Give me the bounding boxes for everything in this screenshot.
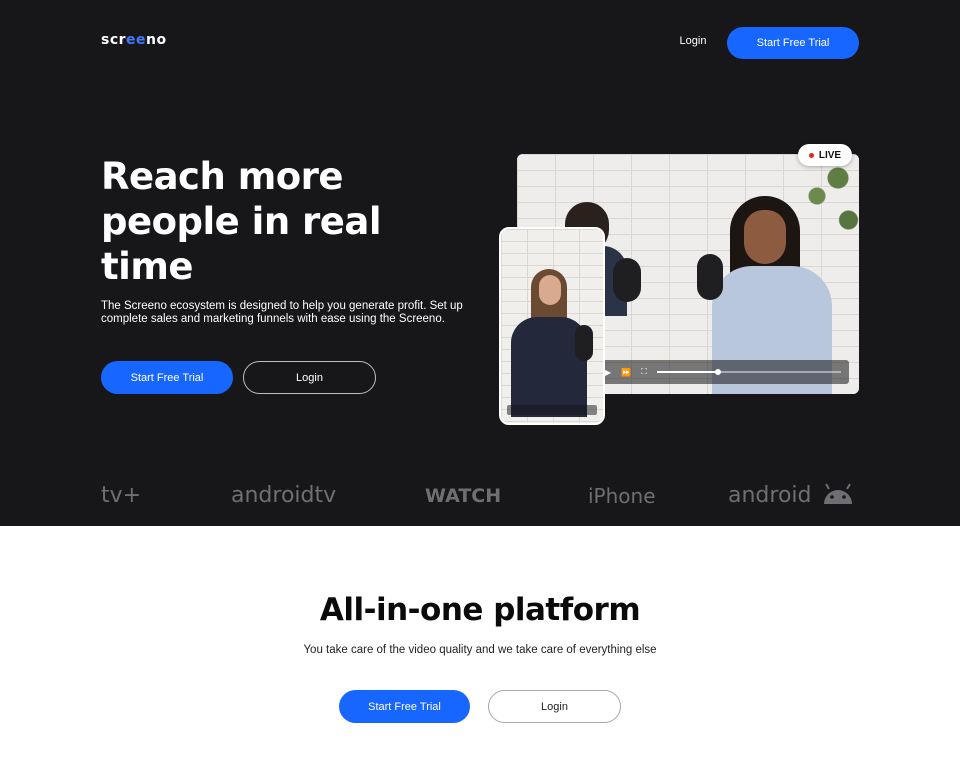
nav-start-trial-button[interactable]: Start Free Trial	[727, 27, 859, 59]
apple-tv-logo: tv+	[101, 478, 141, 515]
section-start-trial-button[interactable]: Start Free Trial	[339, 690, 470, 723]
hero-description: The Screeno ecosystem is designed to hel…	[101, 300, 463, 325]
mobile-video-preview[interactable]	[499, 227, 605, 425]
screeno-logo[interactable]: screeno	[101, 32, 167, 48]
android-tv-label: androidtv	[231, 483, 337, 508]
apple-watch-logo: WATCH	[425, 478, 501, 515]
section-subtitle: You take care of the video quality and w…	[303, 644, 657, 656]
logo-text-start: scr	[101, 32, 127, 48]
video-progress-bar[interactable]	[656, 369, 841, 375]
phone-video-controls[interactable]	[507, 405, 597, 415]
live-badge: LIVE	[798, 144, 852, 166]
hero-title: Reach more people in real time	[101, 155, 382, 288]
android-label: android	[728, 483, 812, 508]
microphone-left	[613, 258, 641, 302]
video-progress-knob[interactable]	[714, 369, 721, 375]
microphone-right	[697, 254, 723, 300]
play-icon[interactable]: ▶	[605, 368, 611, 377]
iphone-label: iPhone	[588, 484, 656, 508]
iphone-logo: iPhone	[588, 478, 656, 514]
hero-start-trial-button[interactable]: Start Free Trial	[101, 361, 233, 394]
section-title: All-in-one platform	[319, 592, 641, 628]
apple-tv-label: tv+	[101, 483, 142, 508]
fast-forward-icon[interactable]: ⏩	[621, 368, 631, 377]
android-tv-logo: androidtv	[231, 478, 336, 514]
phone-host-face	[539, 275, 561, 305]
logo-text-end: no	[146, 32, 167, 48]
android-logo: android	[728, 478, 855, 514]
hero-section: screeno Login Start Free Trial Reach mor…	[0, 0, 960, 526]
live-badge-label: LIVE	[818, 149, 842, 161]
apple-watch-label: WATCH	[425, 485, 502, 507]
android-robot-icon	[823, 483, 852, 504]
video-controls-bar[interactable]: ▶ ⏩ ⛶	[597, 360, 849, 384]
platform-logos: tv+ androidtv WATCH iPhone android	[0, 478, 960, 514]
video-progress-fill	[656, 371, 718, 373]
nav-login-link[interactable]: Login	[668, 35, 718, 47]
live-dot-icon	[808, 152, 814, 158]
logo-text-accent: ee	[126, 32, 147, 48]
hero-login-button[interactable]: Login	[243, 361, 376, 394]
fullscreen-icon[interactable]: ⛶	[641, 367, 647, 377]
phone-microphone	[575, 325, 593, 361]
section-login-button[interactable]: Login	[488, 690, 621, 723]
host-right-face	[744, 210, 786, 264]
